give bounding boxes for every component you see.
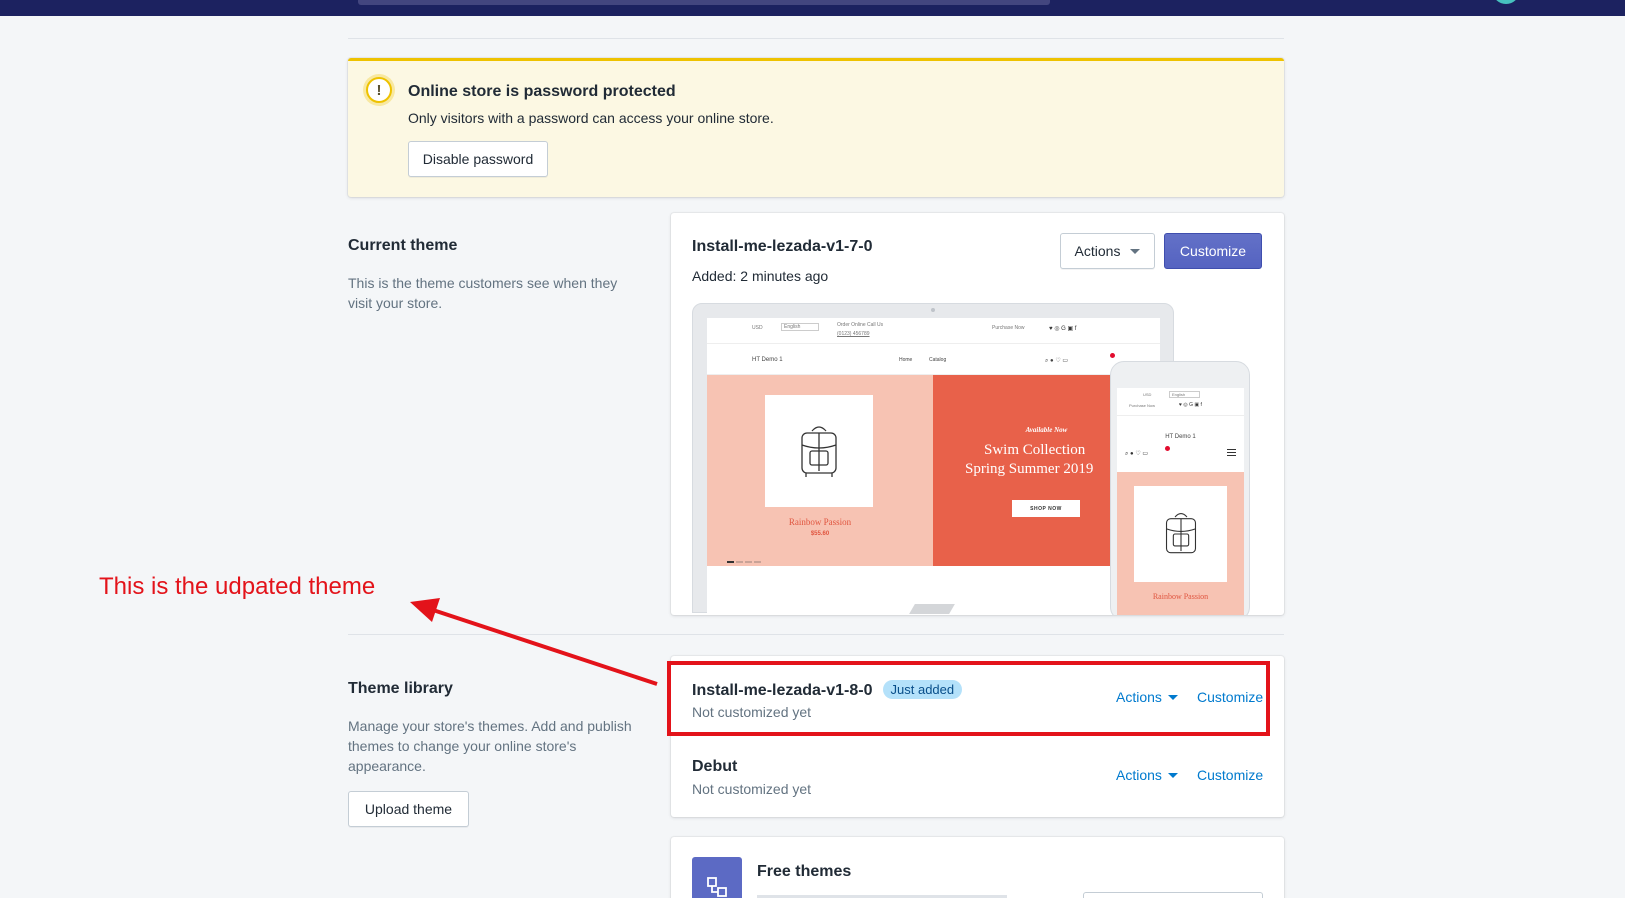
cart-badge [1110,353,1115,358]
mobile-brand: HT Demo 1 [1165,434,1196,440]
preview-currency: USD [752,325,763,331]
current-theme-added: Added: 2 minutes ago [692,268,829,284]
mobile-language: English [1169,391,1201,398]
product-image [765,395,873,507]
library-theme-actions-link[interactable]: Actions [1116,767,1178,783]
preview-nav-icons: ⌕ ● ♡ ▭ [1045,358,1069,364]
annotation-highlight-box [667,661,1270,736]
preview-topbar: USD English Order Online Call Us (0123) … [707,318,1160,344]
mobile-product-image [1134,486,1227,582]
mobile-topbar: USD English Purchase Now ♥ ◎ G ▣ f [1117,388,1244,416]
free-themes-title: Free themes [757,863,852,880]
mobile-cart-badge [1165,446,1170,451]
free-themes-card: Free themes [671,837,1284,898]
actions-label: Actions [1074,243,1121,259]
backpack-icon [801,426,837,477]
caret-down-icon [1130,248,1141,254]
theme-preview[interactable]: USD English Order Online Call Us (0123) … [692,303,1274,615]
mobile-social-icons: ♥ ◎ G ▣ f [1179,402,1202,408]
current-theme-description: This is the theme customers see when the… [348,275,618,311]
explore-free-themes-button[interactable] [1083,892,1263,898]
backpack-icon [1165,513,1196,554]
preview-phone: (0123) 456789 [837,331,870,337]
current-theme-customize-button[interactable]: Customize [1164,233,1262,269]
preview-nav-catalog: Catalog [929,357,947,363]
mobile-hero: Rainbow Passion [1117,472,1244,615]
mobile-product-name: Rainbow Passion [1152,592,1209,601]
preview-decoration [909,604,955,614]
mobile-purchase: Purchase Now [1129,403,1156,408]
upload-theme-button[interactable]: Upload theme [348,791,469,827]
phone-mockup: USD English Purchase Now ♥ ◎ G ▣ f HT De… [1110,361,1250,615]
library-theme-customize-link[interactable]: Customize [1197,767,1263,783]
free-themes-icon [692,857,742,898]
preview-shop-now: SHOP NOW [1012,500,1080,517]
preview-product-price: $55.60 [810,531,830,537]
library-theme-status: Not customized yet [692,781,812,797]
preview-product-name: Rainbow Passion [788,517,852,527]
preview-nav: HT Demo 1 Home Catalog ⌕ ● ♡ ▭ [707,345,1160,375]
mobile-preview-screen: USD English Purchase Now ♥ ◎ G ▣ f HT De… [1117,388,1244,615]
top-bar [0,0,1625,16]
hamburger-icon [1227,449,1236,456]
top-divider [348,38,1284,39]
preview-purchase: Purchase Now [992,325,1025,331]
preview-nav-home: Home [899,357,913,363]
preview-order-line: Order Online Call Us [837,322,884,328]
actions-label: Actions [1116,767,1162,783]
theme-library-heading: Theme library [348,680,453,697]
current-theme-name: Install-me-lezada-v1-7-0 [692,238,873,255]
preview-hero-left: Rainbow Passion $55.60 [707,375,933,566]
current-theme-card: Install-me-lezada-v1-7-0 Added: 2 minute… [671,213,1284,615]
banner-title: Online store is password protected [408,83,676,100]
disable-password-button[interactable]: Disable password [408,141,548,177]
password-banner: ! Online store is password protected Onl… [348,58,1284,197]
current-theme-heading: Current theme [348,237,458,254]
preview-social-icons: ♥ ◎ G ▣ f [1049,326,1077,332]
avatar[interactable] [1493,0,1519,4]
library-theme-name: Debut [692,758,738,775]
laptop-mockup: USD English Order Online Call Us (0123) … [692,303,1174,615]
current-theme-actions-button[interactable]: Actions [1060,233,1155,269]
preview-language: English [781,323,820,331]
search-bar[interactable] [358,0,1050,5]
banner-description: Only visitors with a password can access… [408,110,774,126]
camera-dot [931,308,935,312]
preview-brand: HT Demo 1 [752,357,783,363]
caret-down-icon [1167,772,1178,778]
desktop-preview-screen: USD English Order Online Call Us (0123) … [707,318,1160,615]
slider-dots [727,550,763,568]
mobile-currency: USD [1143,392,1152,397]
annotation-text: This is the udpated theme [99,573,376,600]
alert-circle-icon: ! [366,77,392,103]
section-divider [348,634,1284,635]
mobile-nav-icons: ⌕ ● ♡ ▭ [1125,451,1149,457]
theme-library-description: Manage your store's themes. Add and publ… [348,718,632,774]
